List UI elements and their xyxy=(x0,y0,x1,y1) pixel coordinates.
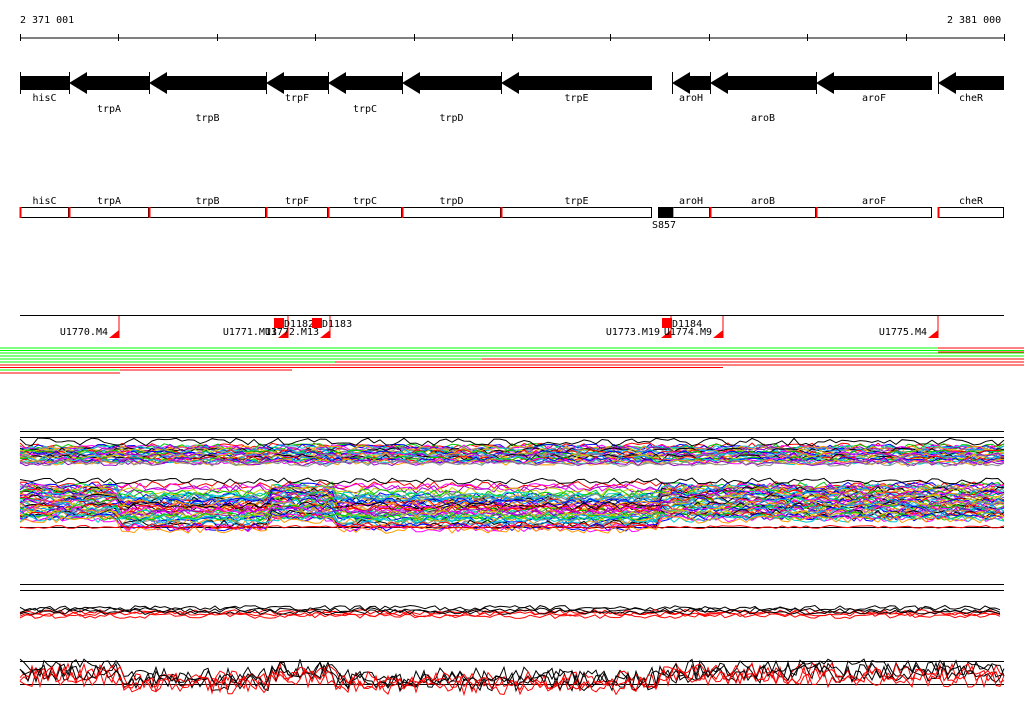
feature-label: aroF xyxy=(862,196,886,207)
transcript-label: U1775.M4 xyxy=(879,327,927,338)
gene-label: aroF xyxy=(862,93,886,104)
transcript-flag xyxy=(320,330,330,338)
feature-box-trpF xyxy=(266,207,328,218)
down-marker-label: D1183 xyxy=(322,319,352,330)
feature-label: aroH xyxy=(679,196,703,207)
gene-label: trpD xyxy=(439,113,463,124)
gene-arrow-trpA xyxy=(69,72,149,94)
gene-arrow-aroH xyxy=(672,72,710,94)
gene-track: hisC trpA trpB trpF trpC trpD trpE aroH aroB aroF… xyxy=(20,72,1004,124)
feature-box-trpA xyxy=(69,207,149,218)
gene-label: hisC xyxy=(32,93,56,104)
gene-arrow-cheR xyxy=(938,72,1004,94)
feature-box-aroF xyxy=(816,207,932,218)
site-marker xyxy=(658,207,673,218)
gene-arrow-trpB xyxy=(149,72,266,94)
gene-label: trpE xyxy=(564,93,588,104)
gene-arrow-hisC xyxy=(20,76,69,90)
transcript-label: U1770.M4 xyxy=(60,327,108,338)
gene-arrow-trpE xyxy=(501,72,652,94)
condition-bars xyxy=(0,347,1024,374)
feature-box-trpB xyxy=(149,207,266,218)
ruler-end-label: 2 381 000 xyxy=(947,15,1001,26)
genome-browser-view: 2 371 001 2 381 000 hisC trpA trpB trpF trpC… xyxy=(0,15,1024,697)
gene-label: trpB xyxy=(195,113,219,124)
feature-box-hisC xyxy=(20,207,69,218)
gene-arrow-trpD xyxy=(402,72,501,94)
gene-label: aroB xyxy=(751,113,775,124)
gene-label: aroH xyxy=(679,93,703,104)
gene-label: trpC xyxy=(353,104,377,115)
gene-label: trpF xyxy=(285,93,309,104)
expression-plots xyxy=(19,431,1005,697)
down-marker xyxy=(662,318,672,328)
feature-label: hisC xyxy=(32,196,56,207)
feature-label: trpF xyxy=(285,196,309,207)
gene-arrow-aroB xyxy=(710,72,816,94)
gene-label: cheR xyxy=(959,93,984,104)
feature-label: trpA xyxy=(97,196,121,207)
gene-arrow-aroF xyxy=(816,72,932,94)
transcript-track: U1770.M4 U1771.M13U1772.M13 U1773.M19 U1774… xyxy=(20,315,1004,338)
transcript-flag xyxy=(109,330,119,338)
feature-label: cheR xyxy=(959,196,984,207)
gene-label: trpA xyxy=(97,104,121,115)
feature-label: trpB xyxy=(195,196,219,207)
transcript-flag xyxy=(928,330,938,338)
feature-box-trpC xyxy=(328,207,402,218)
gene-arrow-trpC xyxy=(328,72,402,94)
feature-label: trpD xyxy=(439,196,463,207)
feature-box-cheR xyxy=(938,207,1004,218)
down-marker-label: D1182 xyxy=(284,319,314,330)
transcript-label: U1773.M19 xyxy=(606,327,660,338)
feature-label: trpC xyxy=(353,196,377,207)
feature-track: hisC trpA trpB trpF trpC trpD trpE aroH aroB aroF… xyxy=(19,196,1004,231)
site-label: S857 xyxy=(652,220,676,231)
ruler-start-label: 2 371 001 xyxy=(20,15,74,26)
feature-label: aroB xyxy=(751,196,775,207)
transcript-flag xyxy=(713,330,723,338)
coordinate-ruler xyxy=(20,34,1005,41)
feature-box-trpE xyxy=(501,207,652,218)
feature-label: trpE xyxy=(564,196,588,207)
down-marker-label: D1184 xyxy=(672,319,702,330)
feature-box-aroB xyxy=(710,207,816,218)
down-marker xyxy=(312,318,322,328)
feature-box-trpD xyxy=(402,207,501,218)
down-marker xyxy=(274,318,284,328)
gene-arrow-trpF xyxy=(266,72,328,94)
feature-box-aroH xyxy=(672,207,710,218)
